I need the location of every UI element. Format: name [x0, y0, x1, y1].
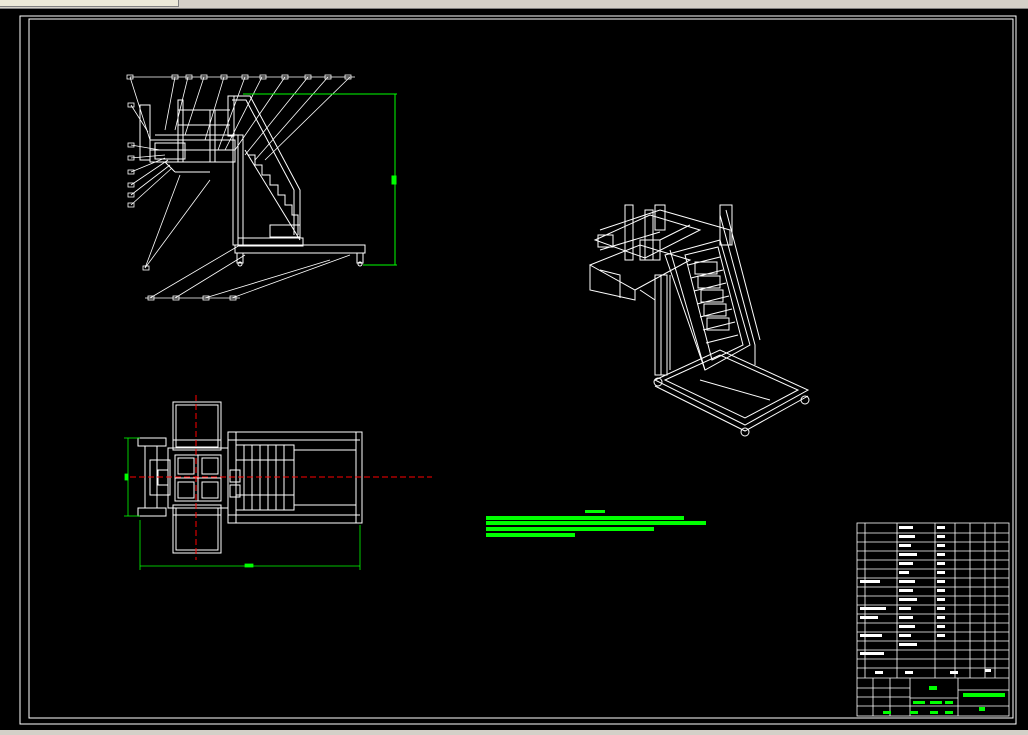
side-elevation-view [126, 74, 366, 301]
isometric-view [588, 204, 810, 437]
status-strip [0, 730, 1028, 735]
cad-drawing-canvas[interactable] [0, 9, 1028, 730]
technical-notes [486, 510, 706, 537]
window-title-bar [0, 0, 1028, 9]
height-dimension [243, 93, 397, 266]
centerlines [130, 395, 432, 560]
title-block-text-marks [860, 526, 991, 674]
document-tab[interactable] [0, 0, 179, 7]
plan-dimensions [124, 437, 361, 570]
